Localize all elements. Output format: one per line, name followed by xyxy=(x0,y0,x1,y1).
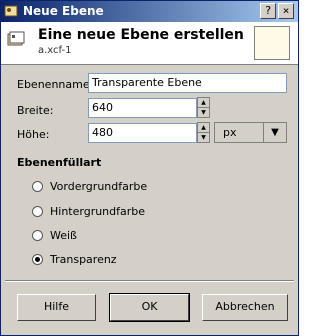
radio-button[interactable] xyxy=(32,254,43,265)
header-title: Eine neue Ebene erstellen xyxy=(38,27,244,43)
height-label: Höhe: xyxy=(17,128,50,141)
layer-preview xyxy=(254,26,290,60)
width-up-icon[interactable]: ▲ xyxy=(198,98,209,108)
chevron-down-icon[interactable]: ▼ xyxy=(263,123,286,142)
fill-option-label: Transparenz xyxy=(50,253,117,266)
height-input[interactable]: 480 xyxy=(88,123,197,143)
width-spinner[interactable]: ▲ ▼ xyxy=(197,97,210,118)
layer-name-label: Ebenenname: xyxy=(17,78,94,91)
width-label: Breite: xyxy=(17,104,54,117)
radio-button[interactable] xyxy=(32,230,43,241)
header-subtitle: a.xcf-1 xyxy=(38,45,72,56)
help-icon[interactable]: ? xyxy=(260,3,276,19)
fill-type-heading: Ebenenfüllart xyxy=(17,156,102,169)
cancel-button[interactable]: Abbrechen xyxy=(202,294,288,321)
dialog-header: Eine neue Ebene erstellen a.xcf-1 xyxy=(1,22,298,65)
gimp-app-icon xyxy=(4,4,19,18)
fill-option-label: Hintergrundfarbe xyxy=(50,205,146,218)
ok-button[interactable]: OK xyxy=(109,293,190,322)
unit-value: px xyxy=(223,126,237,139)
fill-option-label: Vordergrundfarbe xyxy=(50,180,148,193)
window-title: Neue Ebene xyxy=(23,4,104,18)
radio-selected-dot xyxy=(35,257,40,262)
layer-name-input[interactable]: Transparente Ebene xyxy=(88,73,287,93)
new-layer-icon xyxy=(7,31,25,47)
radio-button[interactable] xyxy=(32,206,43,217)
width-down-icon[interactable]: ▼ xyxy=(198,108,209,117)
unit-select[interactable]: px ▼ xyxy=(214,122,287,143)
radio-button[interactable] xyxy=(32,181,43,192)
close-icon[interactable]: × xyxy=(278,3,294,19)
height-up-icon[interactable]: ▲ xyxy=(198,123,209,133)
separator xyxy=(5,280,294,282)
new-layer-dialog: Neue Ebene ? × Eine neue Ebene erstellen… xyxy=(0,0,299,336)
title-bar[interactable]: Neue Ebene ? × xyxy=(1,1,298,22)
width-input[interactable]: 640 xyxy=(88,98,197,118)
help-button[interactable]: Hilfe xyxy=(17,294,96,321)
height-spinner[interactable]: ▲ ▼ xyxy=(197,122,210,143)
fill-option-label: Weiß xyxy=(50,229,77,242)
height-down-icon[interactable]: ▼ xyxy=(198,133,209,142)
